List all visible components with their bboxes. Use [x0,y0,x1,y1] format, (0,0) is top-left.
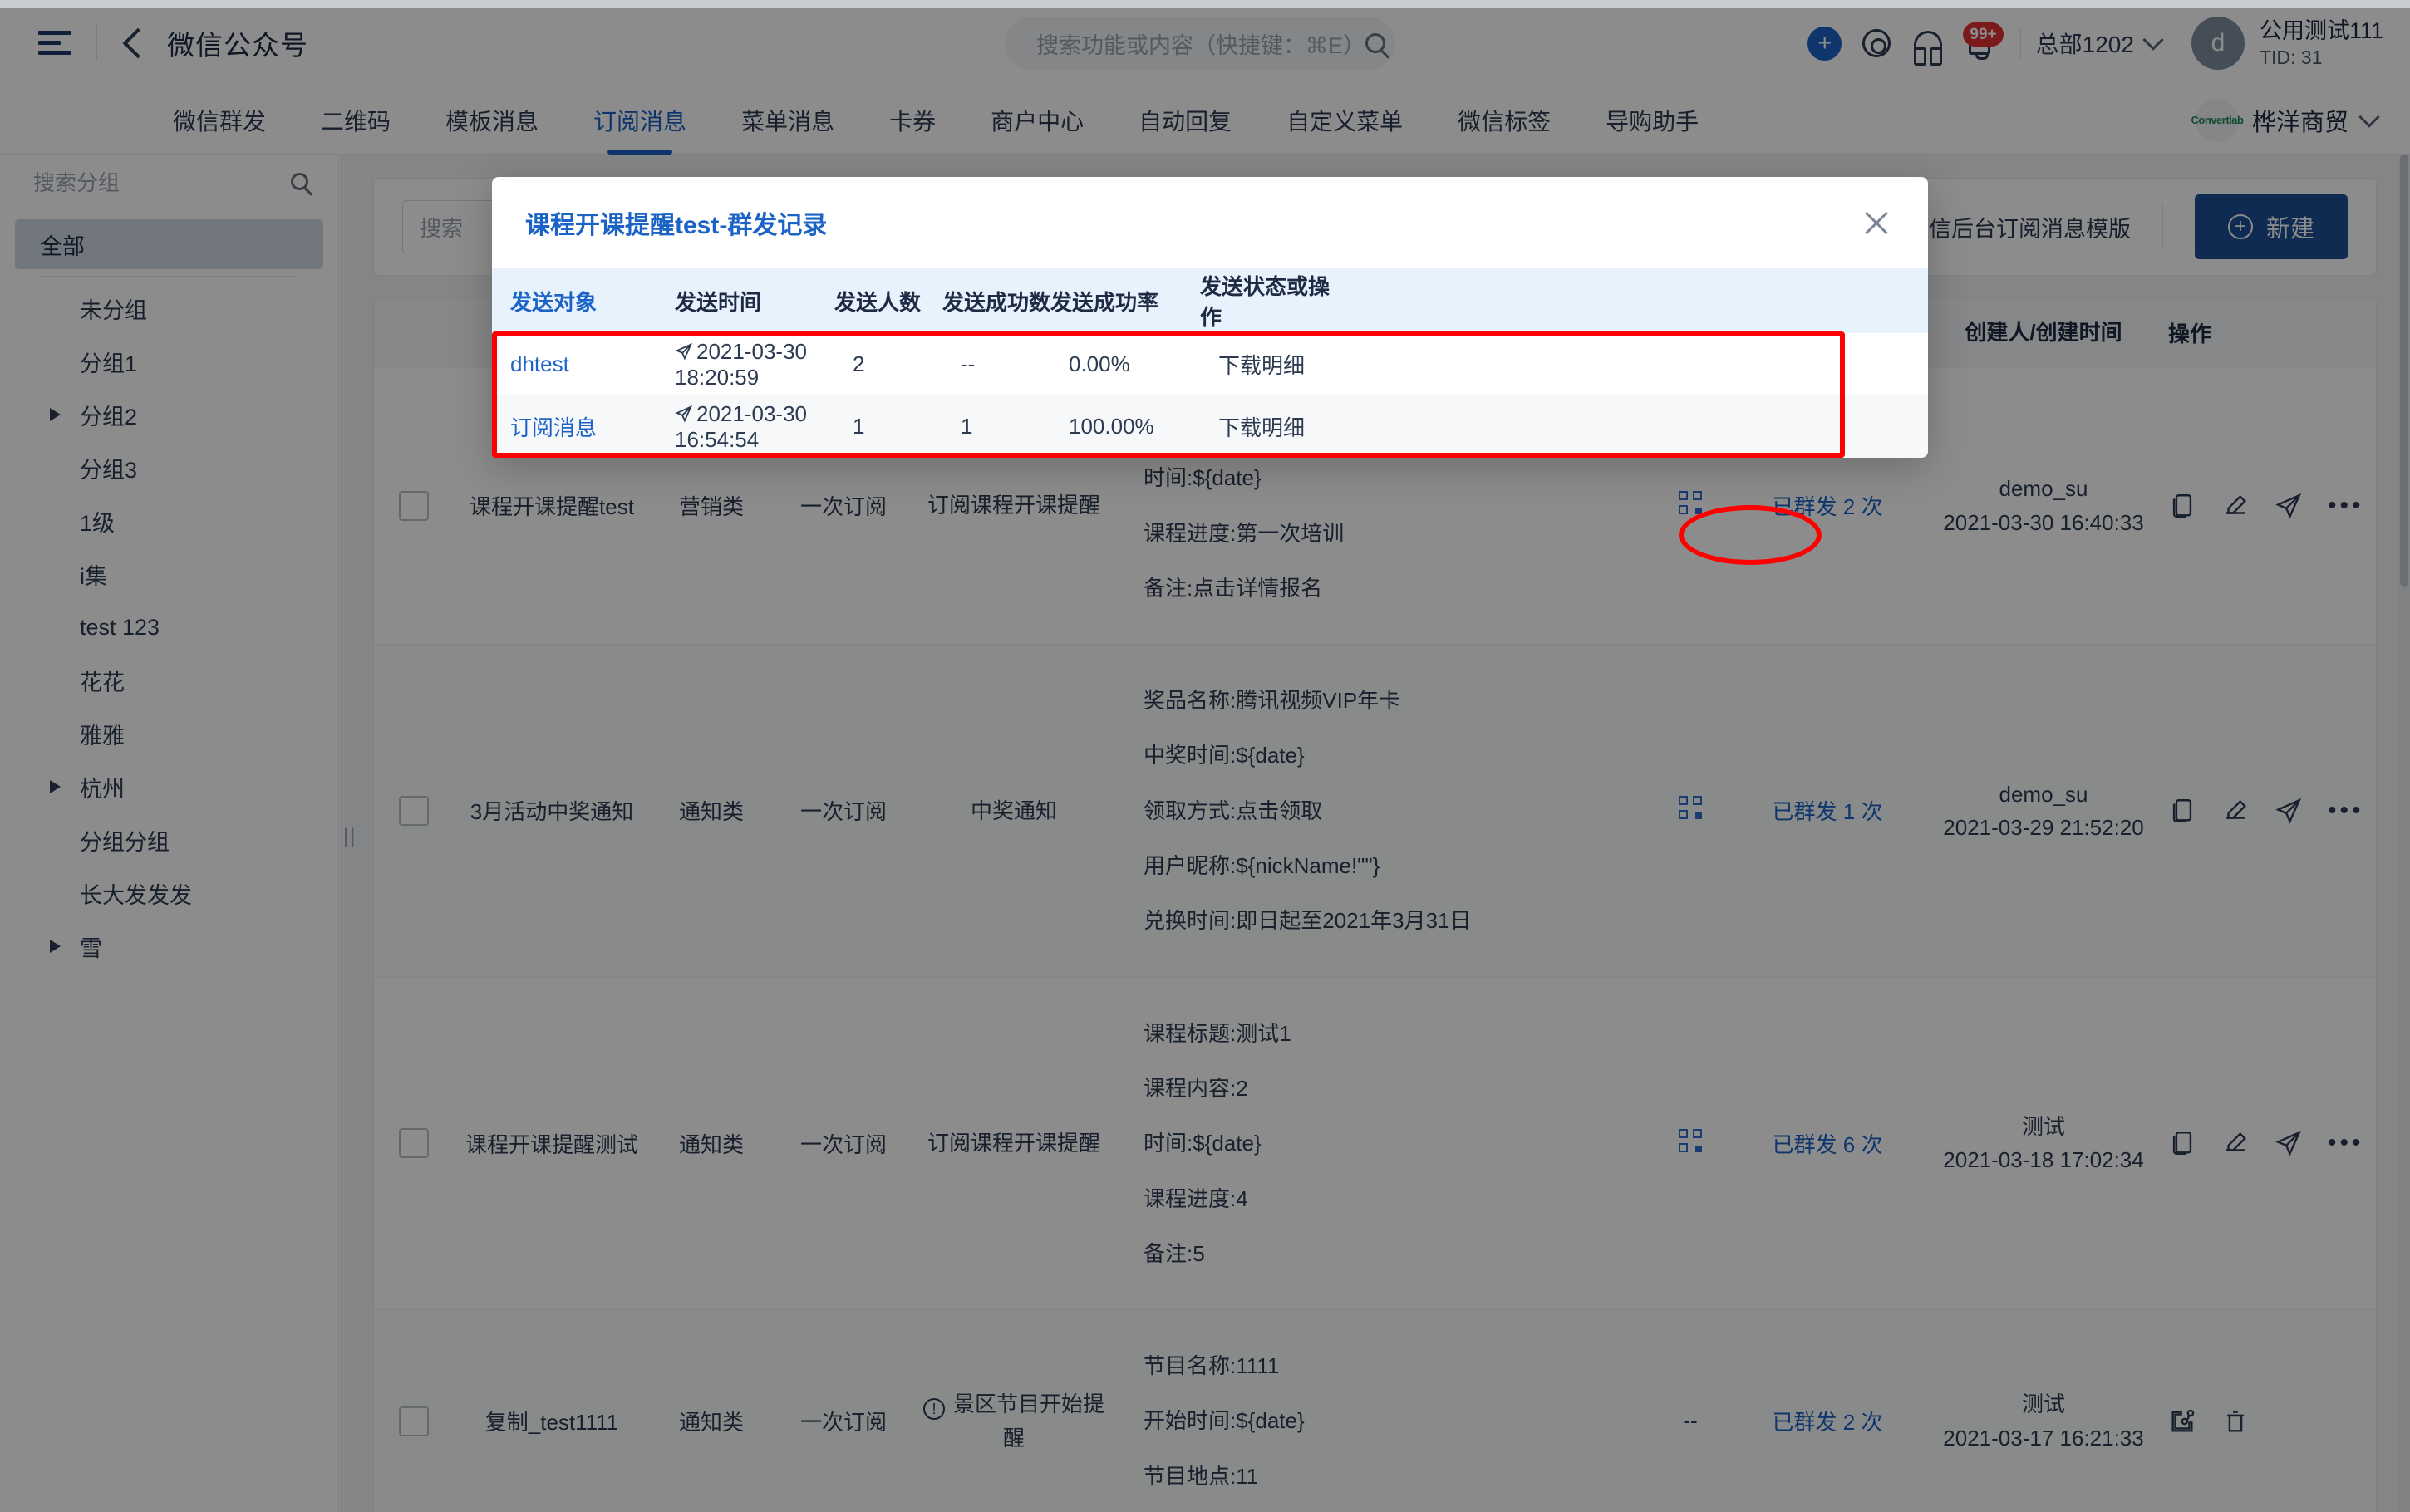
modal-cell-success: 1 [961,414,973,439]
modal-table-row: 订阅消息 2021-03-30 16:54:54 1 1 100.00% 下载明细 [492,395,1928,458]
modal-cell-time: 2021-03-30 16:54:54 [675,401,834,453]
mth-action: 发送状态或操作 [1200,274,1330,330]
horizontal-scrollbar[interactable] [0,0,2410,8]
modal-cell-rate: 0.00% [1069,351,1130,376]
modal-header: 课程开课提醒test-群发记录 [492,177,1928,268]
modal-cell-count: 1 [853,414,865,439]
app-root: 微信公众号 搜索功能或内容（快捷键：⌘E） + 99+ 总部1202 d 公用测… [0,0,2410,1512]
modal-time-text: 2021-03-30 18:20:59 [675,338,807,390]
broadcast-records-modal: 课程开课提醒test-群发记录 发送对象 发送时间 发送人数 发送成功数 发送成… [492,177,1928,458]
mth-count: 发送人数 [834,289,922,315]
modal-table-header: 发送对象 发送时间 发送人数 发送成功数 发送成功率 发送状态或操作 [492,268,1928,333]
modal-cell-time: 2021-03-30 18:20:59 [675,339,834,390]
modal-cell-target[interactable]: dhtest [492,351,675,377]
modal-time-text: 2021-03-30 16:54:54 [675,400,807,452]
mth-time: 发送时间 [675,289,762,315]
close-icon[interactable] [1858,204,1895,241]
modal-cell-count: 2 [853,351,865,376]
mth-target: 发送对象 [510,289,598,315]
send-icon [675,403,693,423]
modal-download-link[interactable]: 下载明细 [1200,411,1350,442]
modal-cell-success: -- [961,351,976,376]
modal-download-link[interactable]: 下载明细 [1200,349,1350,380]
modal-cell-rate: 100.00% [1069,414,1154,439]
modal-table-row: dhtest 2021-03-30 18:20:59 2 -- 0.00% 下载明细 [492,333,1928,395]
send-icon [675,341,693,361]
modal-table-body: dhtest 2021-03-30 18:20:59 2 -- 0.00% 下载明细 订阅消… [492,333,1928,458]
mth-success: 发送成功数 [942,289,1051,315]
modal-cell-target[interactable]: 订阅消息 [492,411,675,442]
modal-title: 课程开课提醒test-群发记录 [525,212,828,239]
mth-rate: 发送成功率 [1050,289,1159,315]
